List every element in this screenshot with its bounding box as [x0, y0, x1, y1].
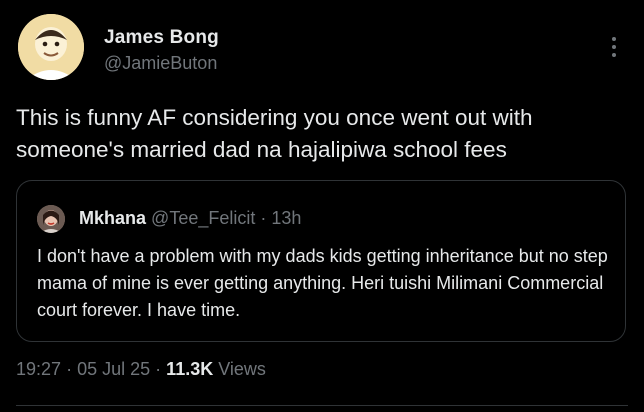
- quoted-tweet-time[interactable]: 13h: [271, 208, 301, 228]
- quoted-author-name[interactable]: Mkhana: [79, 208, 146, 228]
- views-label: Views: [218, 359, 266, 379]
- quoted-tweet-header: Mkhana @Tee_Felicit · 13h: [79, 208, 301, 229]
- separator-dot: ·: [260, 208, 267, 228]
- quoted-author-handle[interactable]: @Tee_Felicit: [151, 208, 255, 228]
- views-count[interactable]: 11.3K: [166, 359, 213, 379]
- author-handle[interactable]: @JamieButon: [104, 53, 217, 74]
- author-avatar[interactable]: [18, 14, 84, 80]
- quoted-tweet-text: I don't have a problem with my dads kids…: [37, 246, 608, 320]
- separator-dot: ·: [66, 359, 73, 379]
- quoted-tweet[interactable]: Mkhana @Tee_Felicit · 13h I don't have a…: [16, 180, 626, 342]
- author-display-name[interactable]: James Bong: [104, 27, 219, 49]
- tweet: James Bong @JamieButon This is funny AF …: [0, 0, 644, 412]
- tweet-text: This is funny AF considering you once we…: [16, 105, 533, 162]
- tweet-time[interactable]: 19:27: [16, 359, 61, 379]
- divider: [16, 405, 628, 406]
- profile-photo-icon: [18, 14, 84, 80]
- tweet-date[interactable]: 05 Jul 25: [77, 359, 150, 379]
- separator-dot: ·: [155, 359, 162, 379]
- tweet-metadata: 19:27 · 05 Jul 25 · 11.3K Views: [16, 359, 266, 380]
- more-vertical-icon[interactable]: [606, 34, 622, 64]
- profile-photo-icon: [37, 205, 65, 233]
- quoted-author-avatar[interactable]: [37, 205, 65, 233]
